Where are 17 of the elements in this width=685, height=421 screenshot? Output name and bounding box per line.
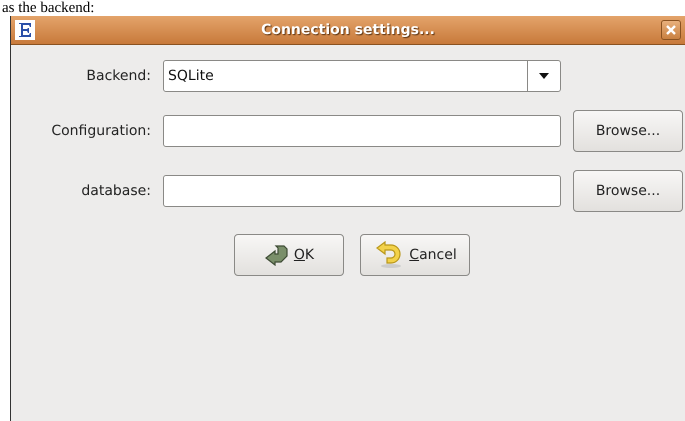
browse-button[interactable]: Browse...	[573, 170, 683, 212]
app-logo-icon	[15, 20, 35, 40]
cancel-button[interactable]: Cancel	[360, 234, 470, 276]
path-input-field[interactable]	[163, 175, 561, 207]
close-icon	[666, 25, 676, 35]
ok-button[interactable]: OK	[234, 234, 344, 276]
browse-button[interactable]: Browse...	[573, 110, 683, 152]
close-button[interactable]	[661, 20, 681, 40]
arrow-icon	[264, 244, 290, 266]
field-label: database:	[80, 183, 151, 199]
field-label: Backend:	[85, 68, 151, 84]
path-input-field[interactable]	[163, 115, 561, 147]
backend-dropdown[interactable]: SQLite	[163, 60, 561, 92]
dropdown-arrow-icon	[539, 73, 549, 79]
field-label: Configuration:	[50, 123, 151, 139]
window-title: Connection settings...	[260, 22, 436, 38]
document-text: as the backend:	[1, 0, 96, 16]
